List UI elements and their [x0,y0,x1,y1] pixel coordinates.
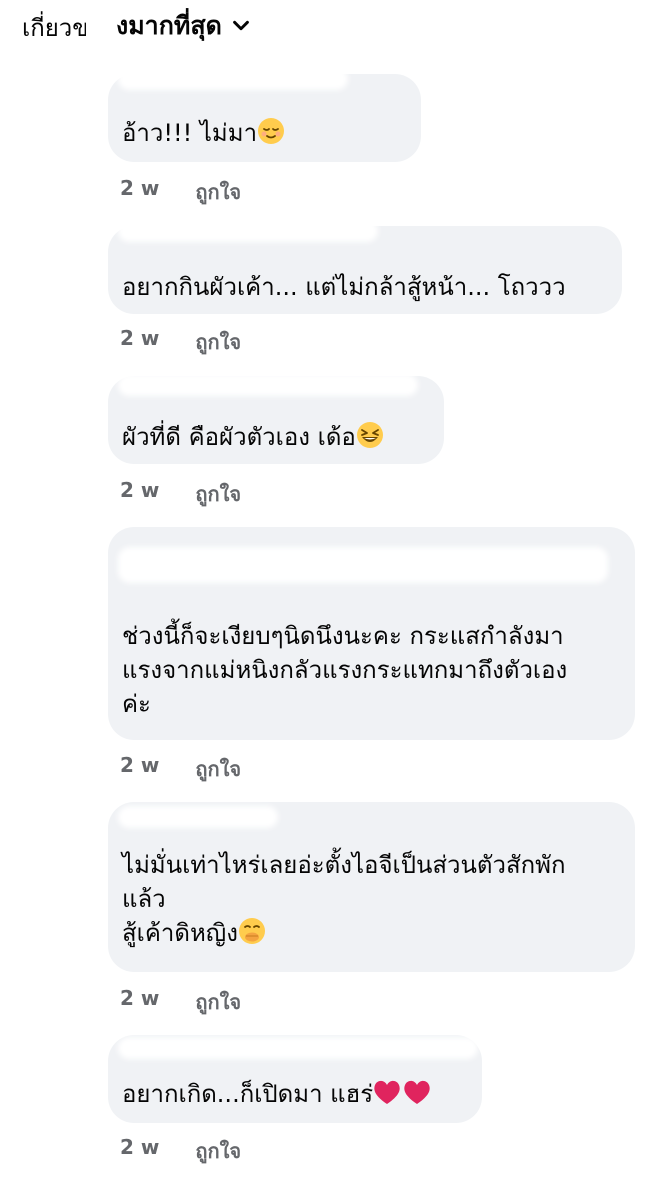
comment-sort-bar: เกี่ยวข งมากที่สุด [0,0,657,50]
redacted-author-name [118,68,348,90]
comment-bubble: ช่วงนี้ก็จะเงียบๆนิดนึงนะคะ กระแสกำลังมา… [108,527,635,740]
comment-text: ผัวที่ดี คือผัวตัวเอง เด้อ [122,423,356,451]
two-red-hearts-icon [374,1080,430,1104]
comment-text: ช่วงนี้ก็จะเงียบๆนิดนึงนะคะ กระแสกำลังมา… [122,622,568,718]
comment-text: อ้าว!!! ไม่มา [122,119,258,147]
comment-text: อยากเกิด...ก็เปิดมา แฮร่ [122,1080,374,1108]
comment-text: ไม่มั่นเท่าไหร่เลยอ่ะตั้งไอจีเป็นส่วนตัว… [122,851,566,947]
sort-dropdown[interactable]: งมากที่สุด [116,6,252,46]
redacted-author-name [118,374,418,396]
comment-actions: 2 w ถูกใจ [120,753,241,785]
grinning-squinting-face-icon [356,422,383,448]
comment-actions: 2 w ถูกใจ [120,478,241,510]
comment-timestamp[interactable]: 2 w [120,1135,159,1167]
comment-item: อยากเกิด...ก็เปิดมา แฮร่ 2 w ถูกใจ [108,1035,482,1163]
comment-item: อ้าว!!! ไม่มา 2 w ถูกใจ [108,68,421,204]
like-button[interactable]: ถูกใจ [195,753,241,785]
like-button[interactable]: ถูกใจ [195,986,241,1018]
like-button[interactable]: ถูกใจ [195,176,241,208]
like-button[interactable]: ถูกใจ [195,478,241,510]
comment-bubble: ผัวที่ดี คือผัวตัวเอง เด้อ [108,374,444,464]
comment-item: อยากกินผัวเค้า... แต่ไม่กล้าสู้หน้า... โ… [108,220,622,354]
comment-timestamp[interactable]: 2 w [120,478,159,510]
comment-timestamp[interactable]: 2 w [120,986,159,1018]
comment-timestamp[interactable]: 2 w [120,326,159,358]
comment-bubble: อยากกินผัวเค้า... แต่ไม่กล้าสู้หน้า... โ… [108,220,622,314]
comment-actions: 2 w ถูกใจ [120,176,241,208]
comment-actions: 2 w ถูกใจ [120,986,241,1018]
comment-actions: 2 w ถูกใจ [120,1135,241,1167]
comment-item: ผัวที่ดี คือผัวตัวเอง เด้อ 2 w ถูกใจ [108,374,444,506]
comment-timestamp[interactable]: 2 w [120,753,159,785]
like-button[interactable]: ถูกใจ [195,326,241,358]
comment-bubble: อ้าว!!! ไม่มา [108,68,421,162]
comment-item: ช่วงนี้ก็จะเงียบๆนิดนึงนะคะ กระแสกำลังมา… [108,527,635,781]
like-button[interactable]: ถูกใจ [195,1135,241,1167]
redacted-author-name [118,220,378,242]
comment-text: อยากกินผัวเค้า... แต่ไม่กล้าสู้หน้า... โ… [122,273,566,301]
redacted-author-name [118,547,608,583]
face-with-hand-over-mouth-icon [238,918,265,944]
sort-label: งมากที่สุด [116,11,222,40]
redacted-author-name [118,1037,478,1059]
comment-item: ไม่มั่นเท่าไหร่เลยอ่ะตั้งไอจีเป็นส่วนตัว… [108,802,635,1014]
relieved-face-icon [258,118,285,144]
comment-bubble: อยากเกิด...ก็เปิดมา แฮร่ [108,1035,482,1123]
section-title-fragment: เกี่ยวข [22,14,86,42]
redacted-author-name [118,806,278,828]
comment-timestamp[interactable]: 2 w [120,176,159,208]
comment-bubble: ไม่มั่นเท่าไหร่เลยอ่ะตั้งไอจีเป็นส่วนตัว… [108,802,635,972]
chevron-down-icon [232,20,249,31]
comment-actions: 2 w ถูกใจ [120,326,241,358]
